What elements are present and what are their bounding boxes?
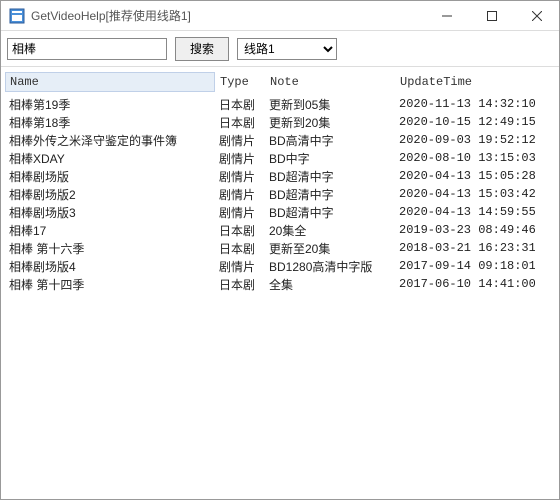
cell-type: 剧情片	[215, 132, 265, 149]
cell-note: 全集	[265, 276, 395, 293]
cell-type: 剧情片	[215, 258, 265, 275]
cell-note: 更新到20集	[265, 114, 395, 131]
cell-note: BD1280高清中字版	[265, 258, 395, 275]
table-row[interactable]: 相棒第19季日本剧更新到05集2020-11-13 14:32:10	[5, 95, 555, 113]
cell-type: 剧情片	[215, 186, 265, 203]
cell-type: 日本剧	[215, 96, 265, 113]
table-row[interactable]: 相棒剧场版剧情片BD超清中字2020-04-13 15:05:28	[5, 167, 555, 185]
cell-note: 更新至20集	[265, 240, 395, 257]
titlebar: GetVideoHelp[推荐使用线路1]	[1, 1, 559, 31]
cell-update: 2017-06-10 14:41:00	[395, 277, 535, 291]
cell-type: 日本剧	[215, 222, 265, 239]
col-header-type[interactable]: Type	[215, 72, 265, 92]
cell-update: 2020-04-13 14:59:55	[395, 205, 535, 219]
toolbar: 搜索 线路1	[1, 31, 559, 67]
cell-name: 相棒第18季	[5, 114, 215, 131]
table-row[interactable]: 相棒剧场版2剧情片BD超清中字2020-04-13 15:03:42	[5, 185, 555, 203]
cell-name: 相棒XDAY	[5, 150, 215, 167]
cell-name: 相棒剧场版3	[5, 204, 215, 221]
cell-type: 日本剧	[215, 114, 265, 131]
col-header-name[interactable]: Name	[5, 72, 215, 92]
cell-note: BD中字	[265, 150, 395, 167]
cell-note: BD高清中字	[265, 132, 395, 149]
cell-name: 相棒 第十四季	[5, 276, 215, 293]
cell-note: BD超清中字	[265, 204, 395, 221]
cell-update: 2017-09-14 09:18:01	[395, 259, 535, 273]
cell-type: 剧情片	[215, 168, 265, 185]
results-area: Name Type Note UpdateTime 相棒第19季日本剧更新到05…	[1, 67, 559, 499]
results-table: Name Type Note UpdateTime 相棒第19季日本剧更新到05…	[5, 71, 555, 293]
cell-type: 剧情片	[215, 204, 265, 221]
cell-name: 相棒17	[5, 222, 215, 239]
table-row[interactable]: 相棒外传之米泽守鉴定的事件簿剧情片BD高清中字2020-09-03 19:52:…	[5, 131, 555, 149]
cell-name: 相棒外传之米泽守鉴定的事件簿	[5, 132, 215, 149]
route-select[interactable]: 线路1	[237, 38, 337, 60]
minimize-button[interactable]	[424, 1, 469, 31]
table-row[interactable]: 相棒剧场版4剧情片BD1280高清中字版2017-09-14 09:18:01	[5, 257, 555, 275]
cell-update: 2020-08-10 13:15:03	[395, 151, 535, 165]
window-title: GetVideoHelp[推荐使用线路1]	[31, 7, 424, 24]
col-header-note[interactable]: Note	[265, 72, 395, 92]
cell-name: 相棒第19季	[5, 96, 215, 113]
cell-type: 日本剧	[215, 276, 265, 293]
col-header-update[interactable]: UpdateTime	[395, 72, 535, 92]
table-row[interactable]: 相棒第18季日本剧更新到20集2020-10-15 12:49:15	[5, 113, 555, 131]
cell-type: 日本剧	[215, 240, 265, 257]
search-button[interactable]: 搜索	[175, 37, 229, 61]
cell-note: BD超清中字	[265, 168, 395, 185]
table-row[interactable]: 相棒剧场版3剧情片BD超清中字2020-04-13 14:59:55	[5, 203, 555, 221]
table-header: Name Type Note UpdateTime	[5, 71, 555, 93]
table-body: 相棒第19季日本剧更新到05集2020-11-13 14:32:10相棒第18季…	[5, 95, 555, 293]
cell-update: 2020-09-03 19:52:12	[395, 133, 535, 147]
cell-update: 2019-03-23 08:49:46	[395, 223, 535, 237]
cell-name: 相棒剧场版4	[5, 258, 215, 275]
cell-update: 2020-04-13 15:05:28	[395, 169, 535, 183]
close-button[interactable]	[514, 1, 559, 31]
search-input[interactable]	[7, 38, 167, 60]
app-icon	[9, 8, 25, 24]
cell-note: 更新到05集	[265, 96, 395, 113]
app-window: GetVideoHelp[推荐使用线路1] 搜索 线路1 Name Type N…	[0, 0, 560, 500]
window-controls	[424, 1, 559, 31]
cell-note: 20集全	[265, 222, 395, 239]
cell-type: 剧情片	[215, 150, 265, 167]
table-row[interactable]: 相棒17日本剧20集全2019-03-23 08:49:46	[5, 221, 555, 239]
table-row[interactable]: 相棒 第十四季日本剧全集2017-06-10 14:41:00	[5, 275, 555, 293]
cell-update: 2020-04-13 15:03:42	[395, 187, 535, 201]
cell-note: BD超清中字	[265, 186, 395, 203]
table-row[interactable]: 相棒XDAY剧情片BD中字2020-08-10 13:15:03	[5, 149, 555, 167]
maximize-button[interactable]	[469, 1, 514, 31]
cell-name: 相棒 第十六季	[5, 240, 215, 257]
cell-name: 相棒剧场版	[5, 168, 215, 185]
cell-update: 2020-10-15 12:49:15	[395, 115, 535, 129]
cell-update: 2018-03-21 16:23:31	[395, 241, 535, 255]
table-row[interactable]: 相棒 第十六季日本剧更新至20集2018-03-21 16:23:31	[5, 239, 555, 257]
cell-update: 2020-11-13 14:32:10	[395, 97, 535, 111]
cell-name: 相棒剧场版2	[5, 186, 215, 203]
